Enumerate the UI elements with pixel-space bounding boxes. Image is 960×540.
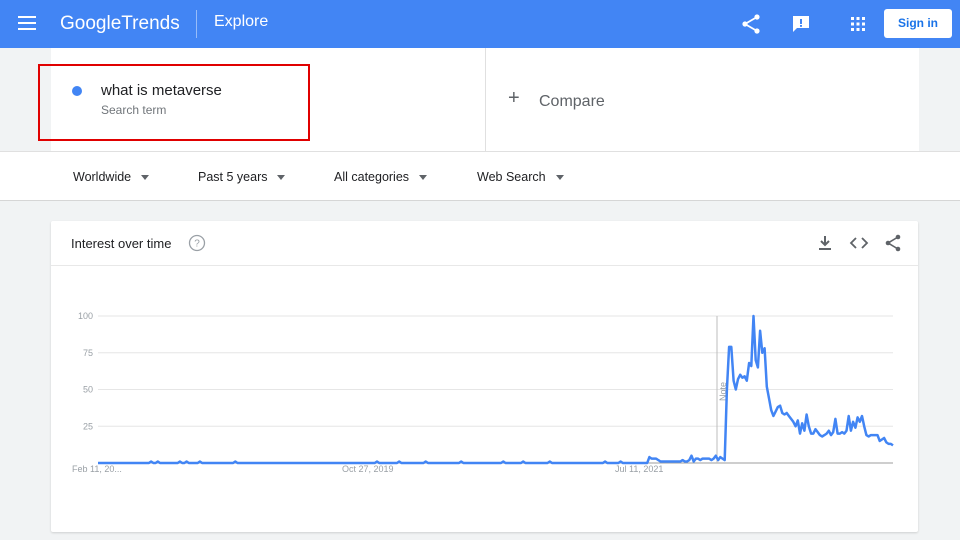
filter-region-dropdown[interactable]: Worldwide <box>73 152 150 202</box>
dropdown-arrow-icon <box>141 175 150 181</box>
compare-button[interactable]: Compare <box>539 93 605 111</box>
x-tick-label: Feb 11, 20... <box>72 464 122 474</box>
x-tick-label: Oct 27, 2019 <box>342 464 394 474</box>
share-icon[interactable] <box>739 12 763 36</box>
filter-search-type-dropdown[interactable]: Web Search <box>477 152 564 202</box>
menu-icon[interactable] <box>18 16 36 32</box>
y-tick-label: 25 <box>83 421 93 431</box>
x-tick-label: Jul 11, 2021 <box>615 464 663 474</box>
filter-bar: Worldwide Past 5 years All categories We… <box>0 151 960 201</box>
filter-time-label: Past 5 years <box>198 170 268 184</box>
plus-icon[interactable]: + <box>508 88 520 108</box>
y-tick-label: 100 <box>78 311 93 321</box>
google-trends-logo[interactable]: GoogleTrends <box>60 12 180 36</box>
interest-over-time-card: Interest over time ? 100 75 50 25 Note Feb … <box>51 221 918 532</box>
filter-time-dropdown[interactable]: Past 5 years <box>198 152 286 202</box>
search-term-subtitle: Search term <box>101 103 167 117</box>
section-title: Explore <box>214 13 269 30</box>
highlight-box <box>38 64 310 141</box>
y-tick-label: 75 <box>83 348 93 358</box>
y-tick-label: 50 <box>83 385 93 395</box>
dropdown-arrow-icon <box>419 175 428 181</box>
top-app-bar: GoogleTrends Explore Sign in <box>0 0 960 48</box>
filter-category-dropdown[interactable]: All categories <box>334 152 428 202</box>
header-divider <box>196 10 197 38</box>
filter-category-label: All categories <box>334 170 410 184</box>
dropdown-arrow-icon <box>555 175 564 181</box>
dropdown-arrow-icon <box>277 175 286 181</box>
sign-in-button[interactable]: Sign in <box>884 9 952 38</box>
logo-trends-text: Trends <box>121 13 180 34</box>
apps-grid-icon[interactable] <box>846 12 870 36</box>
filter-search-type-label: Web Search <box>477 170 546 184</box>
feedback-icon[interactable] <box>789 12 813 36</box>
term-color-dot <box>72 86 82 96</box>
filter-region-label: Worldwide <box>73 170 132 184</box>
logo-google-text: Google <box>60 13 122 34</box>
search-term-name[interactable]: what is metaverse <box>101 82 222 99</box>
interest-chart: 100755025 Note Feb 11, 20... Oct 27, 2019… <box>72 311 894 474</box>
